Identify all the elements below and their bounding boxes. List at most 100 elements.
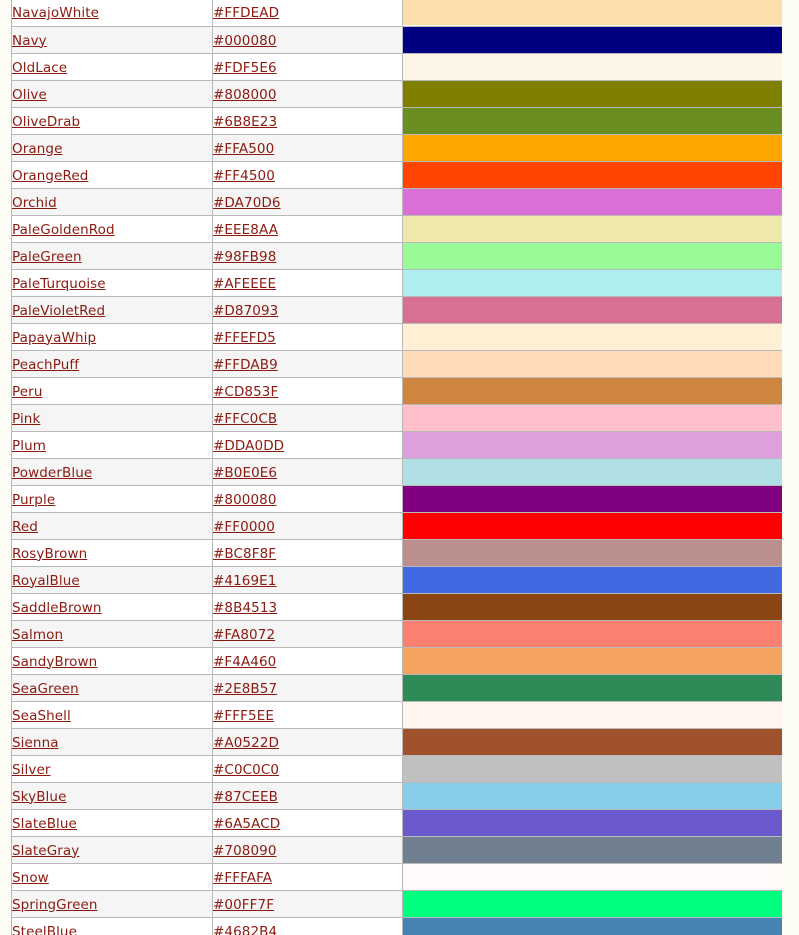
color-name-link[interactable]: PaleVioletRed bbox=[12, 303, 105, 319]
color-hex-link[interactable]: #4169E1 bbox=[213, 573, 277, 589]
color-hex-link[interactable]: #00FF7F bbox=[213, 897, 274, 913]
color-swatch-cell bbox=[402, 458, 782, 486]
color-name-link[interactable]: SeaGreen bbox=[12, 681, 79, 697]
color-hex-link[interactable]: #D87093 bbox=[213, 303, 278, 319]
color-hex-cell: #FFFAFA bbox=[212, 863, 403, 891]
color-name-cell: OldLace bbox=[11, 53, 213, 81]
color-hex-link[interactable]: #808000 bbox=[213, 87, 277, 103]
color-hex-link[interactable]: #CD853F bbox=[213, 384, 278, 400]
color-swatch-cell bbox=[402, 620, 782, 648]
color-name-link[interactable]: Pink bbox=[12, 411, 40, 427]
color-hex-cell: #800080 bbox=[212, 485, 403, 513]
color-name-link[interactable]: Plum bbox=[12, 438, 46, 454]
color-name-link[interactable]: Silver bbox=[12, 762, 51, 778]
color-hex-link[interactable]: #6B8E23 bbox=[213, 114, 277, 130]
color-name-link[interactable]: Sienna bbox=[12, 735, 59, 751]
color-hex-cell: #FF4500 bbox=[212, 161, 403, 189]
color-hex-link[interactable]: #FFC0CB bbox=[213, 411, 277, 427]
color-name-link[interactable]: Peru bbox=[12, 384, 42, 400]
color-hex-link[interactable]: #FFF5EE bbox=[213, 708, 274, 724]
table-row: SlateBlue #6A5ACD bbox=[11, 809, 782, 837]
color-swatch bbox=[403, 620, 782, 647]
table-row: PowderBlue #B0E0E6 bbox=[11, 458, 782, 486]
color-name-link[interactable]: Orchid bbox=[12, 195, 57, 211]
color-name-cell: Red bbox=[11, 512, 213, 540]
color-swatch bbox=[403, 161, 782, 188]
color-name-cell: Salmon bbox=[11, 620, 213, 648]
color-hex-link[interactable]: #A0522D bbox=[213, 735, 279, 751]
color-hex-link[interactable]: #DA70D6 bbox=[213, 195, 281, 211]
color-hex-link[interactable]: #DDA0DD bbox=[213, 438, 284, 454]
color-name-link[interactable]: PaleGoldenRod bbox=[12, 222, 115, 238]
color-name-link[interactable]: SeaShell bbox=[12, 708, 71, 724]
color-hex-link[interactable]: #000080 bbox=[213, 33, 277, 49]
color-name-link[interactable]: Purple bbox=[12, 492, 55, 508]
color-swatch bbox=[403, 782, 782, 809]
color-hex-link[interactable]: #FFA500 bbox=[213, 141, 274, 157]
color-hex-link[interactable]: #708090 bbox=[213, 843, 277, 859]
color-name-link[interactable]: SteelBlue bbox=[12, 924, 77, 935]
table-row: Snow #FFFAFA bbox=[11, 863, 782, 891]
color-swatch bbox=[403, 755, 782, 782]
color-hex-link[interactable]: #FF4500 bbox=[213, 168, 275, 184]
color-name-link[interactable]: SkyBlue bbox=[12, 789, 66, 805]
color-name-link[interactable]: PaleGreen bbox=[12, 249, 82, 265]
color-name-link[interactable]: SandyBrown bbox=[12, 654, 97, 670]
color-name-link[interactable]: Orange bbox=[12, 141, 62, 157]
color-name-link[interactable]: SlateBlue bbox=[12, 816, 77, 832]
color-name-link[interactable]: RosyBrown bbox=[12, 546, 87, 562]
color-hex-link[interactable]: #EEE8AA bbox=[213, 222, 278, 238]
table-row: Purple #800080 bbox=[11, 485, 782, 513]
color-hex-cell: #708090 bbox=[212, 836, 403, 864]
color-swatch bbox=[403, 0, 782, 26]
color-hex-link[interactable]: #98FB98 bbox=[213, 249, 276, 265]
color-hex-link[interactable]: #800080 bbox=[213, 492, 277, 508]
color-hex-link[interactable]: #FFDEAD bbox=[213, 5, 279, 21]
color-hex-link[interactable]: #FFFAFA bbox=[213, 870, 272, 886]
color-name-link[interactable]: Olive bbox=[12, 87, 47, 103]
color-name-link[interactable]: OldLace bbox=[12, 60, 67, 76]
color-name-link[interactable]: SlateGray bbox=[12, 843, 79, 859]
color-name-cell: RosyBrown bbox=[11, 539, 213, 567]
table-row: PaleTurquoise #AFEEEE bbox=[11, 269, 782, 297]
color-hex-cell: #F4A460 bbox=[212, 647, 403, 675]
color-name-cell: PeachPuff bbox=[11, 350, 213, 378]
color-hex-link[interactable]: #87CEEB bbox=[213, 789, 278, 805]
color-hex-link[interactable]: #8B4513 bbox=[213, 600, 277, 616]
color-hex-link[interactable]: #FFDAB9 bbox=[213, 357, 278, 373]
color-name-link[interactable]: PapayaWhip bbox=[12, 330, 96, 346]
color-hex-link[interactable]: #2E8B57 bbox=[213, 681, 277, 697]
color-name-link[interactable]: PeachPuff bbox=[12, 357, 79, 373]
color-hex-link[interactable]: #FDF5E6 bbox=[213, 60, 277, 76]
color-hex-link[interactable]: #F4A460 bbox=[213, 654, 276, 670]
color-hex-link[interactable]: #4682B4 bbox=[213, 924, 277, 935]
color-swatch bbox=[403, 242, 782, 269]
color-name-link[interactable]: OrangeRed bbox=[12, 168, 88, 184]
color-name-link[interactable]: SaddleBrown bbox=[12, 600, 102, 616]
table-row: Orange #FFA500 bbox=[11, 134, 782, 162]
color-name-link[interactable]: Snow bbox=[12, 870, 49, 886]
color-hex-link[interactable]: #FA8072 bbox=[213, 627, 275, 643]
color-hex-link[interactable]: #AFEEEE bbox=[213, 276, 276, 292]
color-swatch-cell bbox=[402, 323, 782, 351]
color-swatch bbox=[403, 863, 782, 890]
color-name-cell: Snow bbox=[11, 863, 213, 891]
color-swatch bbox=[403, 674, 782, 701]
color-name-link[interactable]: Red bbox=[12, 519, 38, 535]
color-hex-link[interactable]: #C0C0C0 bbox=[213, 762, 279, 778]
table-row: PaleGoldenRod #EEE8AA bbox=[11, 215, 782, 243]
color-name-link[interactable]: Salmon bbox=[12, 627, 63, 643]
color-name-link[interactable]: NavajoWhite bbox=[12, 5, 99, 21]
color-hex-link[interactable]: #FFEFD5 bbox=[213, 330, 276, 346]
color-hex-link[interactable]: #B0E0E6 bbox=[213, 465, 277, 481]
color-hex-link[interactable]: #6A5ACD bbox=[213, 816, 280, 832]
color-name-link[interactable]: OliveDrab bbox=[12, 114, 80, 130]
color-name-link[interactable]: PowderBlue bbox=[12, 465, 92, 481]
color-hex-link[interactable]: #BC8F8F bbox=[213, 546, 276, 562]
color-name-link[interactable]: RoyalBlue bbox=[12, 573, 80, 589]
color-name-link[interactable]: Navy bbox=[12, 33, 47, 49]
color-hex-link[interactable]: #FF0000 bbox=[213, 519, 275, 535]
color-name-link[interactable]: PaleTurquoise bbox=[12, 276, 106, 292]
color-name-link[interactable]: SpringGreen bbox=[12, 897, 98, 913]
color-swatch bbox=[403, 188, 782, 215]
